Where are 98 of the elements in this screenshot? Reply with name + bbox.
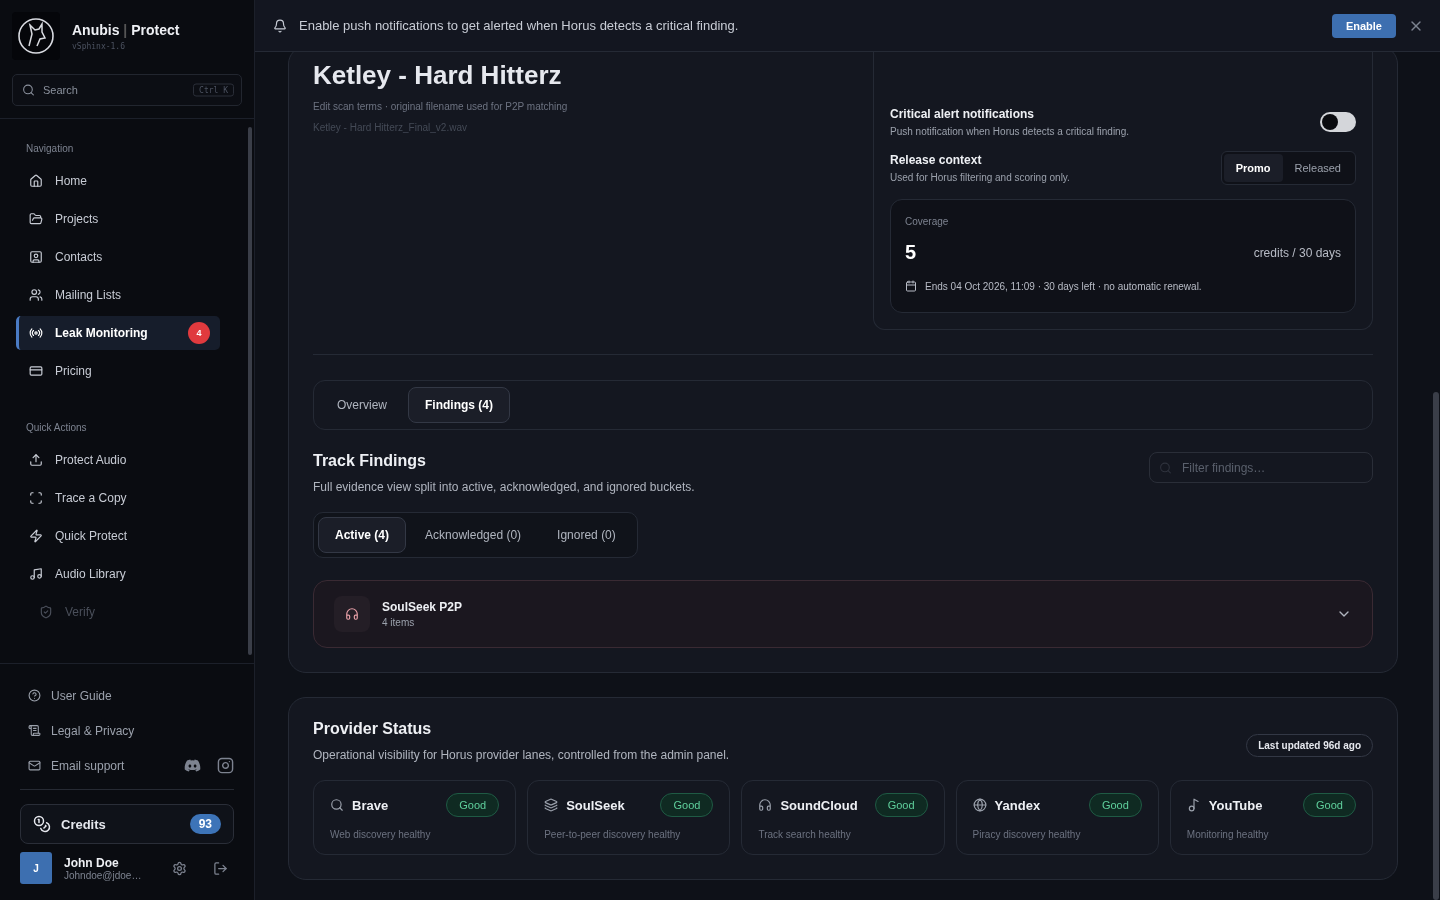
coins-icon (33, 815, 51, 833)
nav-icon (29, 250, 43, 264)
tab[interactable]: Findings (4) (408, 387, 510, 423)
provider-note: Track search healthy (758, 829, 852, 840)
alert-toggle[interactable] (1320, 112, 1356, 132)
provider-name: Brave (352, 797, 390, 813)
setting-description: Used for Horus filtering and scoring only. (890, 172, 1070, 183)
provider-note: Piracy discovery healthy (972, 829, 1082, 840)
avatar: J (20, 852, 52, 884)
nav-icon (29, 567, 43, 581)
mail-icon (28, 759, 41, 772)
segment-option[interactable]: Released (1282, 154, 1353, 182)
bucket-tab[interactable]: Active (4) (318, 517, 407, 553)
status-badge: Good (1303, 793, 1356, 817)
nav-icon (29, 529, 43, 543)
coverage-value: 5 (905, 241, 917, 264)
footer-link[interactable]: Email support (20, 748, 168, 783)
logout-icon[interactable] (213, 860, 228, 876)
nav-icon (29, 364, 43, 378)
status-badge: Good (660, 793, 714, 817)
search-icon (1159, 461, 1172, 474)
segment-option[interactable]: Promo (1223, 154, 1283, 182)
setting-description: Push notification when Horus detects a critical finding. (890, 126, 1129, 137)
status-badge: Good (446, 793, 500, 817)
filter-field[interactable]: Filter findings… (1149, 452, 1373, 483)
sidebar-item[interactable]: Leak Monitoring 4 (16, 316, 220, 350)
bucket-tab[interactable]: Ignored (0) (540, 517, 633, 553)
sidebar-item[interactable]: Protect Audio (16, 443, 220, 477)
nav-icon (29, 453, 43, 467)
section-heading: Provider Status (313, 720, 433, 738)
provider-icon (758, 798, 773, 812)
scrollbar-thumb[interactable] (248, 127, 252, 655)
help-icon (28, 689, 41, 702)
provider-icon (330, 798, 344, 812)
instagram-icon[interactable] (217, 757, 234, 774)
settings-icon[interactable] (172, 860, 187, 876)
count-badge: 4 (188, 322, 210, 344)
nav-icon (39, 605, 53, 619)
provider-name: SoulSeek (566, 797, 626, 813)
brand-name: Anubis | Protect (72, 21, 180, 38)
sidebar-item[interactable]: Trace a Copy (16, 481, 220, 515)
setting-title: Release context (890, 153, 983, 167)
user-email: Johndoe@jdoe… (64, 869, 143, 881)
coverage-note: Ends 04 Oct 2026, 11:09 · 30 days left · no automatic renewal. (925, 280, 1202, 292)
sidebar-item[interactable]: Contacts (16, 240, 220, 274)
footer-link[interactable]: Legal & Privacy (20, 713, 234, 748)
finding-group[interactable]: SoulSeek P2P 4 items (313, 580, 1373, 648)
status-badge: Good (1088, 793, 1142, 817)
scrollbar-thumb[interactable] (1433, 392, 1439, 900)
section-title: Navigation (25, 143, 75, 154)
enable-button[interactable]: Enable (1331, 13, 1396, 38)
user-name: John Doe (64, 855, 120, 870)
sidebar-item[interactable]: Mailing Lists (16, 278, 220, 312)
sidebar-item[interactable]: Pricing (16, 354, 220, 388)
sidebar-item[interactable]: Home (16, 164, 220, 198)
provider-note: Web discovery healthy (330, 829, 432, 840)
sidebar-item[interactable]: Quick Protect (16, 519, 220, 553)
sidebar-item[interactable]: Audio Library (16, 557, 220, 591)
bell-icon (273, 18, 287, 33)
coverage-unit: credits / 30 days (1253, 245, 1341, 260)
document-icon (28, 724, 41, 737)
credits-button[interactable]: Credits 93 (20, 804, 234, 844)
sidebar-item[interactable]: Projects (16, 202, 220, 236)
section-heading: Track Findings (313, 452, 427, 470)
section-title: Quick Actions (25, 422, 88, 433)
search-icon (22, 83, 35, 97)
section-description: Full evidence view split into active, acknowledged, and ignored buckets. (313, 480, 695, 494)
headphones-icon (334, 596, 370, 632)
version-label: vSphinx-1.6 (72, 41, 126, 51)
provider-name: Yandex (994, 797, 1042, 813)
nav-icon (29, 212, 43, 226)
provider-name: SoundCloud (780, 797, 859, 813)
chat-bubble-icon[interactable] (184, 757, 201, 774)
track-title: Ketley - Hard Hitterz (313, 59, 563, 91)
nav-icon (29, 326, 43, 340)
credits-count: 93 (189, 814, 221, 834)
calendar-icon (905, 280, 917, 292)
tab[interactable]: Overview (320, 387, 404, 423)
nav-icon (29, 288, 43, 302)
provider-note: Monitoring healthy (1186, 829, 1270, 840)
logo-icon (12, 12, 60, 60)
provider-icon (544, 798, 559, 812)
banner-message: Enable push notifications to get alerted when Horus detects a critical finding. (299, 18, 740, 33)
provider-icon (1186, 798, 1201, 812)
section-description: Operational visibility for Horus provider lanes, controlled from the admin panel. (313, 748, 730, 762)
footer-link[interactable]: User Guide (20, 678, 234, 713)
coverage-label: Coverage (905, 216, 950, 227)
nav-icon (29, 491, 43, 505)
track-subtitle: Edit scan terms · original filename used for P2P matching (313, 101, 569, 112)
group-count: 4 items (382, 617, 416, 628)
provider-name: YouTube (1208, 797, 1264, 813)
nav-icon (29, 174, 43, 188)
bucket-tab[interactable]: Acknowledged (0) (408, 517, 539, 553)
setting-title: Critical alert notifications (890, 107, 1036, 121)
provider-icon (972, 798, 987, 812)
provider-note: Peer-to-peer discovery healthy (544, 829, 682, 840)
group-name: SoulSeek P2P (382, 600, 464, 614)
status-badge: Good (874, 793, 928, 817)
